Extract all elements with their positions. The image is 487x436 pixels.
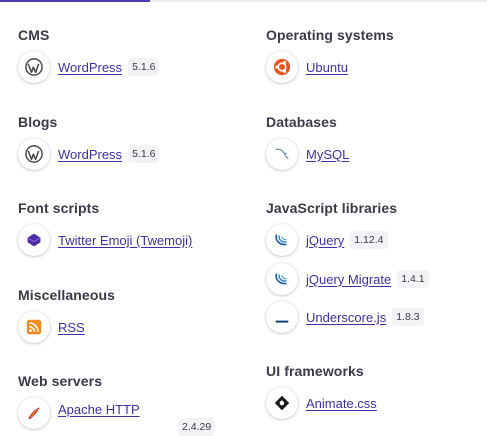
- tech-item-rss[interactable]: RSS: [18, 310, 85, 344]
- category-title-javascript-libraries: JavaScript libraries: [266, 200, 398, 216]
- tech-link[interactable]: WordPress: [58, 147, 122, 162]
- tech-link[interactable]: Underscore.js: [306, 310, 386, 325]
- ubuntu-icon: [266, 51, 298, 83]
- tech-link[interactable]: jQuery Migrate: [306, 272, 391, 287]
- tech-link[interactable]: jQuery: [306, 233, 344, 248]
- wordpress-icon: [18, 51, 50, 83]
- tech-item-apache[interactable]: Apache HTTP 2.4.29: [18, 396, 216, 436]
- tech-item-animate-css[interactable]: Animate.css: [266, 386, 377, 420]
- jquery-icon: [266, 263, 298, 295]
- tech-item-mysql[interactable]: MySQL: [266, 137, 349, 171]
- category-title-operating-systems: Operating systems: [266, 27, 394, 43]
- version-badge: 1.4.1: [397, 270, 429, 288]
- category-title-ui-frameworks: UI frameworks: [266, 363, 364, 379]
- tech-item-jquery[interactable]: jQuery 1.12.4: [266, 223, 388, 257]
- underscore-icon: [266, 301, 298, 333]
- active-tab-indicator: [0, 0, 150, 2]
- tech-link[interactable]: Ubuntu: [306, 60, 348, 75]
- wordpress-icon: [18, 138, 50, 170]
- tech-link[interactable]: RSS: [58, 320, 85, 335]
- version-badge: 5.1.6: [128, 58, 160, 76]
- tech-item-wordpress-blogs[interactable]: WordPress 5.1.6: [18, 137, 160, 171]
- version-badge: 2.4.29: [178, 418, 216, 436]
- tech-link[interactable]: MySQL: [306, 147, 349, 162]
- tech-item-twemoji[interactable]: Twitter Emoji (Twemoji): [18, 223, 192, 257]
- tech-item-wordpress-cms[interactable]: WordPress 5.1.6: [18, 50, 160, 84]
- tech-item-underscore[interactable]: Underscore.js 1.8.3: [266, 300, 424, 334]
- category-title-font-scripts: Font scripts: [18, 200, 100, 216]
- tech-item-jquery-migrate[interactable]: jQuery Migrate 1.4.1: [266, 262, 429, 296]
- tab-bar: [0, 0, 487, 2]
- category-title-databases: Databases: [266, 114, 337, 130]
- apache-icon: [18, 397, 50, 429]
- category-title-web-servers: Web servers: [18, 373, 103, 389]
- tech-link[interactable]: Twitter Emoji (Twemoji): [58, 233, 192, 248]
- version-badge: 1.12.4: [350, 231, 388, 249]
- category-title-miscellaneous: Miscellaneous: [18, 287, 116, 303]
- twemoji-icon: [18, 224, 50, 256]
- animate-css-icon: [266, 387, 298, 419]
- jquery-icon: [266, 224, 298, 256]
- tech-link[interactable]: WordPress: [58, 60, 122, 75]
- version-badge: 5.1.6: [128, 145, 160, 163]
- tech-item-ubuntu[interactable]: Ubuntu: [266, 50, 348, 84]
- mysql-icon: [266, 138, 298, 170]
- category-title-blogs: Blogs: [18, 114, 58, 130]
- version-badge: 1.8.3: [392, 308, 424, 326]
- tech-link[interactable]: Apache HTTP: [58, 401, 168, 418]
- tech-link[interactable]: Animate.css: [306, 396, 377, 411]
- category-title-cms: CMS: [18, 27, 50, 43]
- rss-icon: [18, 311, 50, 343]
